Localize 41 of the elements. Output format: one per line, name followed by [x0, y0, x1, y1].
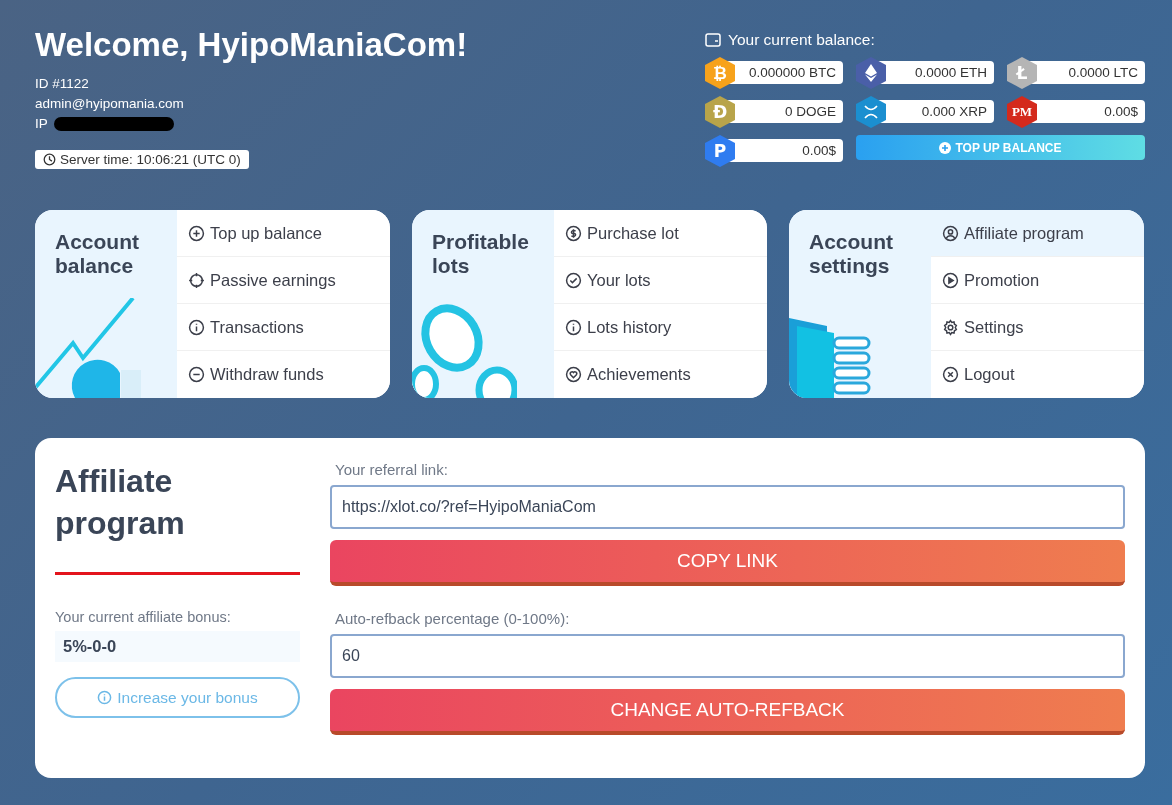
close-circle-icon	[942, 366, 959, 383]
ip-label: IP	[35, 115, 48, 133]
referral-link-field[interactable]: https://xlot.co/?ref=HyipoManiaCom	[330, 485, 1125, 529]
card-title: Account settings	[809, 230, 894, 278]
play-circle-icon	[942, 271, 959, 289]
wallet-icon	[705, 33, 721, 47]
refback-label: Auto-refback percentage (0-100%):	[335, 610, 571, 627]
check-circle-icon	[565, 271, 582, 289]
referral-link-label: Your referral link:	[335, 461, 449, 478]
dollar-circle-icon	[565, 224, 582, 242]
refback-field[interactable]: 60	[330, 634, 1125, 678]
bonus-value: 5%-0-0	[55, 631, 300, 662]
info-icon	[565, 318, 582, 336]
plus-circle-icon	[939, 141, 952, 154]
clock-icon	[43, 153, 56, 166]
cross-icon	[863, 103, 879, 121]
balance-title: Your current balance:	[728, 31, 875, 49]
affiliate-title: Affiliate program	[55, 462, 186, 543]
info-icon	[97, 690, 113, 705]
card-title: Profitable lots	[432, 230, 530, 278]
coin-symbol: ₿	[713, 62, 727, 84]
server-time-text: Server time: 10:06:21 (UTC 0)	[60, 152, 241, 167]
welcome-title: Welcome, HyipoManiaCom!	[35, 26, 468, 64]
info-icon	[188, 318, 205, 336]
user-circle-icon	[942, 224, 959, 242]
diamond-icon	[863, 64, 879, 82]
bonus-label: Your current affiliate bonus:	[55, 609, 232, 625]
card-title: Account balance	[55, 230, 140, 278]
menu-item[interactable]: Top up balance	[177, 210, 390, 257]
menu-item[interactable]: Purchase lot	[554, 210, 767, 257]
coin-symbol: Ł	[1016, 63, 1028, 83]
user-id: ID #1122	[35, 75, 90, 93]
minus-circle-icon	[188, 366, 205, 383]
crosshair-icon	[188, 271, 205, 289]
coin-symbol: P	[713, 141, 727, 161]
menu-item[interactable]: Affiliate program	[931, 210, 1144, 257]
coin-symbol: Đ	[712, 102, 728, 122]
user-email: admin@hyipomania.com	[35, 95, 185, 113]
settings-icon	[942, 318, 959, 336]
plus-circle-icon	[188, 224, 205, 242]
heart-circle-icon	[565, 366, 582, 383]
